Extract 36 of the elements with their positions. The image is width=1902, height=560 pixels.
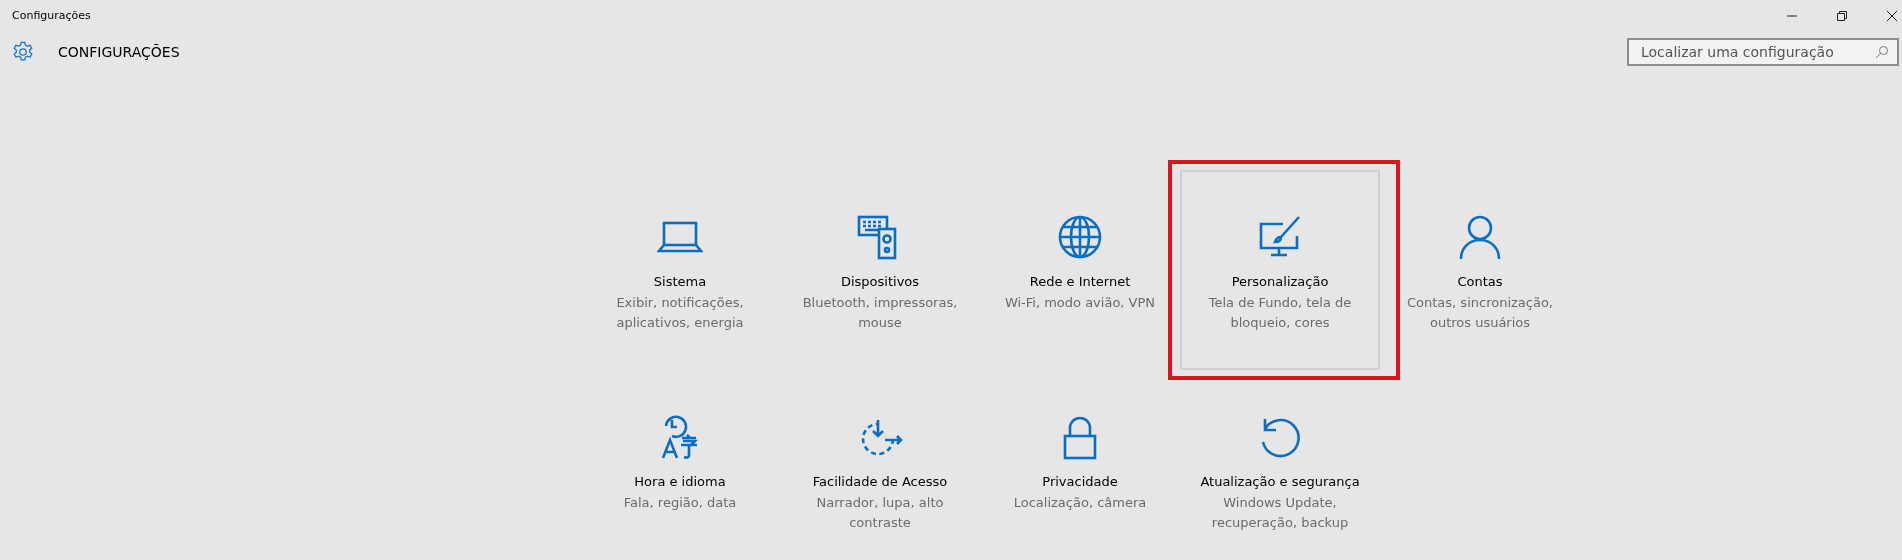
restore-icon[interactable] — [1836, 10, 1848, 22]
tile-title: Contas — [1457, 274, 1503, 289]
settings-tile[interactable]: Atualização e segurança Windows Update, recuperação, backup — [1180, 370, 1380, 560]
tile-description: Tela de Fundo, tela de bloqueio, cores — [1207, 294, 1353, 332]
tile-title: Atualização e segurança — [1200, 474, 1360, 489]
tile-title: Rede e Internet — [1029, 274, 1131, 289]
tile-description: Wi-Fi, modo avião, VPN — [1003, 294, 1157, 312]
tile-description: Windows Update, recuperação, backup — [1210, 494, 1350, 532]
tile-description: Narrador, lupa, alto contraste — [815, 494, 945, 532]
settings-icon — [12, 41, 34, 63]
tile-description: Bluetooth, impressoras, mouse — [801, 294, 959, 332]
globe-icon — [1057, 214, 1103, 260]
settings-tile[interactable]: Sistema Exibir, notificações, aplicativos, energia — [580, 170, 780, 370]
tile-title: Dispositivos — [840, 274, 920, 289]
tile-title: Hora e idioma — [634, 474, 726, 489]
page-title: CONFIGURAÇÕES — [58, 44, 180, 60]
settings-tile[interactable]: Rede e Internet Wi-Fi, modo avião, VPN — [980, 170, 1180, 370]
search-field[interactable]: Localizar uma configuração — [1627, 38, 1899, 66]
tile-title: Privacidade — [1042, 474, 1118, 489]
tile-description: Fala, região, data — [622, 494, 738, 512]
settings-tile[interactable]: Dispositivos Bluetooth, impressoras, mouse — [780, 170, 980, 370]
tile-title: Personalização — [1231, 274, 1329, 289]
search-icon[interactable] — [1875, 45, 1889, 59]
tile-description: Localização, câmera — [1012, 494, 1148, 512]
tile-description: Exibir, notificações, aplicativos, energia — [615, 294, 745, 332]
settings-tile[interactable]: Privacidade Localização, câmera — [980, 370, 1180, 560]
settings-tile[interactable]: Contas Contas, sincronização, outros usuários — [1380, 170, 1580, 370]
person-icon — [1457, 214, 1503, 260]
close-icon[interactable] — [1886, 10, 1898, 22]
window-title: Configurações — [12, 8, 91, 22]
settings-tile[interactable]: Facilidade de Acesso Narrador, lupa, alto contraste — [780, 370, 980, 560]
settings-tile[interactable]: Hora e idioma Fala, região, data — [580, 370, 780, 560]
tile-title: Sistema — [653, 274, 707, 289]
tile-description: Contas, sincronização, outros usuários — [1406, 294, 1554, 332]
tile-title: Facilidade de Acesso — [812, 474, 948, 489]
settings-tile[interactable]: Personalização Tela de Fundo, tela de bloqueio, cores — [1180, 170, 1380, 370]
